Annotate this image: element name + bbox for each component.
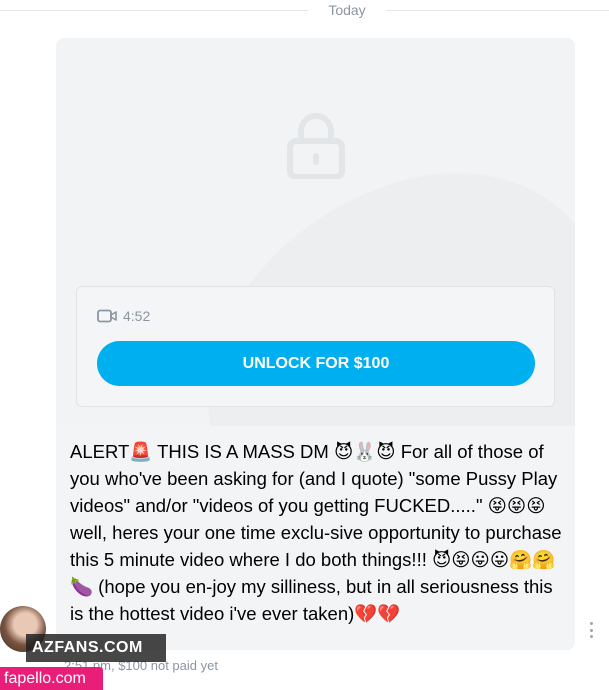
duration-text: 4:52 xyxy=(123,308,151,324)
fapello-watermark: fapello.com xyxy=(0,667,103,690)
date-separator: Today xyxy=(0,0,609,22)
locked-media-preview: 4:52 UNLOCK FOR $100 xyxy=(56,38,575,426)
date-label: Today xyxy=(328,2,366,18)
azfans-watermark: AZFANS.COM xyxy=(26,634,166,662)
divider-right xyxy=(386,10,609,11)
more-options-icon[interactable] xyxy=(588,622,594,638)
video-icon xyxy=(97,309,117,323)
divider-left xyxy=(0,10,308,11)
unlock-panel: 4:52 UNLOCK FOR $100 xyxy=(76,286,555,407)
video-duration: 4:52 xyxy=(97,307,150,325)
message-text: ALERT🚨 THIS IS A MASS DM 😈🐰😈 For all of … xyxy=(56,426,575,650)
unlock-button[interactable]: UNLOCK FOR $100 xyxy=(97,341,535,386)
lock-icon xyxy=(287,113,345,179)
